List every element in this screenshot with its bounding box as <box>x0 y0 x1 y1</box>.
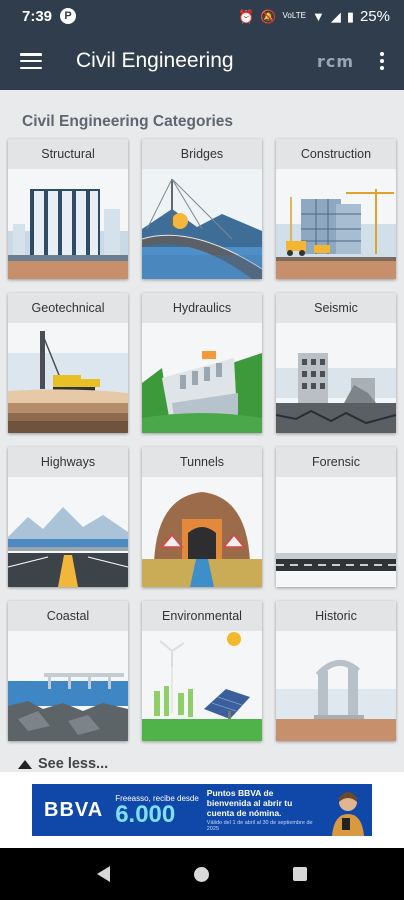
category-card-historic[interactable]: Historic <box>276 601 396 741</box>
bridges-illustration <box>142 169 262 279</box>
category-card-structural[interactable]: Structural <box>8 139 128 279</box>
back-icon[interactable] <box>97 866 110 882</box>
category-label: Coastal <box>8 601 128 631</box>
wifi-icon: ▼ <box>311 8 325 24</box>
battery-icon: ▮ <box>346 8 354 24</box>
recents-icon[interactable] <box>293 867 307 881</box>
more-options-icon[interactable] <box>380 52 384 70</box>
historic-illustration <box>276 631 396 741</box>
category-label: Tunnels <box>142 447 262 477</box>
volte-icon: VoLTE <box>282 11 306 20</box>
see-less-toggle[interactable]: See less... <box>18 756 108 772</box>
ad-person-image <box>320 784 372 836</box>
geotechnical-illustration <box>8 323 128 433</box>
construction-illustration <box>276 169 396 279</box>
section-title: Civil Engineering Categories <box>22 113 234 130</box>
ad-promo: Puntos BBVA de bienvenida al abrir tu cu… <box>206 788 293 818</box>
category-card-tunnels[interactable]: Tunnels <box>142 447 262 587</box>
alarm-icon: ⏰ <box>238 8 255 24</box>
see-less-label: See less... <box>38 756 109 772</box>
category-label: Construction <box>276 139 396 169</box>
category-grid: Structural Bridges Construction Geotechn… <box>8 139 396 741</box>
ad-valid: Válido del 1 de abril al 30 de septiembr… <box>206 820 313 832</box>
category-card-bridges[interactable]: Bridges <box>142 139 262 279</box>
system-nav-bar <box>0 848 404 900</box>
status-icons: ⏰ 🔕 VoLTE ▼ ◢ ▮ 25% <box>238 8 390 25</box>
battery-percent: 25% <box>359 7 390 25</box>
environmental-illustration <box>142 631 262 741</box>
category-card-environmental[interactable]: Environmental <box>142 601 262 741</box>
category-label: Structural <box>8 139 128 169</box>
category-card-coastal[interactable]: Coastal <box>8 601 128 741</box>
hamburger-menu-icon[interactable] <box>20 53 42 69</box>
ad-details: Puntos BBVA de bienvenida al abrir tu cu… <box>207 788 317 832</box>
forensic-illustration <box>276 477 396 587</box>
category-card-highways[interactable]: Highways <box>8 447 128 587</box>
structural-illustration <box>8 169 128 279</box>
category-label: Seismic <box>276 293 396 323</box>
seismic-illustration <box>276 323 396 433</box>
tunnels-illustration <box>142 477 262 587</box>
brand-logo: rcm <box>316 51 354 71</box>
ad-offer: Freeasso, recibe desde 6.000 <box>115 794 199 827</box>
category-label: Geotechnical <box>8 293 128 323</box>
category-card-hydraulics[interactable]: Hydraulics <box>142 293 262 433</box>
category-label: Historic <box>276 601 396 631</box>
ad-brand-logo: BBVA <box>44 798 104 821</box>
signal-icon: ◢ <box>330 8 341 24</box>
mute-icon: 🔕 <box>260 8 277 24</box>
app-notification-icon: P <box>60 8 77 24</box>
home-icon[interactable] <box>194 866 209 882</box>
ad-banner[interactable]: BBVA Freeasso, recibe desde 6.000 Puntos… <box>32 784 372 836</box>
coastal-illustration <box>8 631 128 741</box>
category-label: Hydraulics <box>142 293 262 323</box>
category-card-geotechnical[interactable]: Geotechnical <box>8 293 128 433</box>
category-card-seismic[interactable]: Seismic <box>276 293 396 433</box>
category-card-construction[interactable]: Construction <box>276 139 396 279</box>
category-label: Highways <box>8 447 128 477</box>
category-label: Environmental <box>142 601 262 631</box>
collapse-arrow-icon <box>18 759 32 769</box>
highways-illustration <box>8 477 128 587</box>
app-title: Civil Engineering <box>76 49 234 72</box>
ad-amount: 6.000 <box>115 800 176 828</box>
category-label: Forensic <box>276 447 396 477</box>
app-bar: Civil Engineering rcm <box>0 32 404 90</box>
hydraulics-illustration <box>142 323 262 433</box>
ad-area: BBVA Freeasso, recibe desde 6.000 Puntos… <box>0 772 404 848</box>
status-time: 7:39 <box>22 7 53 25</box>
category-label: Bridges <box>142 139 262 169</box>
status-bar: 7:39 P ⏰ 🔕 VoLTE ▼ ◢ ▮ 25% <box>0 0 404 32</box>
category-card-forensic[interactable]: Forensic <box>276 447 396 587</box>
